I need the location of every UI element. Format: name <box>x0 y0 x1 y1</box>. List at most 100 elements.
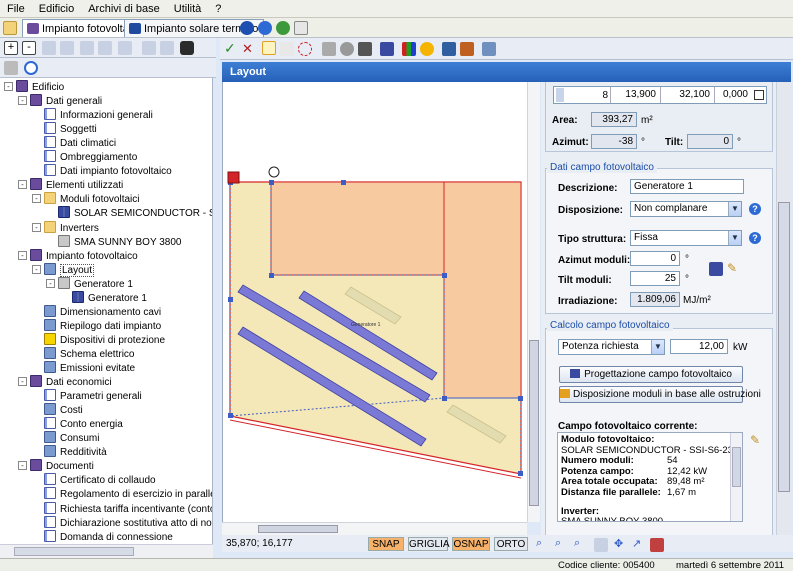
vertex-handle[interactable] <box>442 396 447 401</box>
menu-item[interactable]: File <box>0 0 32 15</box>
tree-item[interactable]: Informazioni generali <box>32 108 153 122</box>
disposizione-moduli-button[interactable]: Disposizione moduli in base alle ostruzi… <box>559 386 761 403</box>
eraser-icon[interactable] <box>322 42 336 56</box>
tree-item[interactable]: Consumi <box>32 431 99 445</box>
tree-item[interactable]: - Dati generali <box>18 94 102 108</box>
azimut-moduli-input[interactable]: 0 <box>630 251 680 266</box>
help-icon[interactable]: ? <box>749 232 761 244</box>
tree-item[interactable]: Regolamento di esercizio in parallelo co… <box>32 487 212 501</box>
tree-item[interactable]: Generatore 1 <box>60 290 147 305</box>
collapse-icon[interactable]: - <box>32 264 41 274</box>
tree-item[interactable]: - Inverters <box>32 220 99 235</box>
export-icon[interactable] <box>460 42 474 56</box>
tree-item[interactable]: Dispositivi di protezione <box>32 332 165 347</box>
collapse-icon[interactable]: - <box>46 278 55 288</box>
settings-icon[interactable] <box>340 42 354 56</box>
brush-icon[interactable] <box>650 538 664 552</box>
descrizione-input[interactable]: Generatore 1 <box>630 179 744 194</box>
tree-item[interactable]: - Documenti <box>18 459 94 473</box>
delete-icon[interactable] <box>60 41 74 55</box>
sun-icon[interactable] <box>420 42 434 56</box>
disposizione-select[interactable]: Non complanare ▼ <box>630 201 742 217</box>
pointer-icon[interactable] <box>262 41 276 55</box>
calcolo-mode-select[interactable]: Potenza richiesta ▼ <box>558 339 665 355</box>
tree-item[interactable]: SOLAR SEMICONDUCTOR - SSI-S6-2 <box>46 206 212 220</box>
potenza-input[interactable]: 12,00 <box>670 339 728 354</box>
tree-item[interactable]: Costi <box>32 403 83 417</box>
obstruction-zone[interactable] <box>270 181 445 276</box>
tree-horizontal-scrollbar[interactable] <box>0 544 213 558</box>
collapse-icon[interactable]: - <box>18 250 27 260</box>
move-down-icon[interactable] <box>160 41 174 55</box>
mail-icon[interactable] <box>294 21 308 35</box>
tree-item[interactable]: Dichiarazione sostitutiva atto di notori… <box>32 515 212 530</box>
cancel-icon[interactable]: ✕ <box>242 42 256 56</box>
pan-icon[interactable]: ✥ <box>614 538 628 552</box>
paste-icon[interactable] <box>98 41 112 55</box>
tree-item[interactable]: Domanda di connessione <box>32 529 173 544</box>
confirm-icon[interactable]: ✓ <box>224 41 238 56</box>
measure-icon[interactable]: ↗ <box>632 538 646 552</box>
page-icon[interactable] <box>280 42 294 56</box>
palette-icon[interactable] <box>402 42 416 56</box>
tree-item[interactable]: - Generatore 1 <box>46 276 133 291</box>
tree-item[interactable]: - Dati economici <box>18 375 112 389</box>
rotation-handle-icon[interactable] <box>268 166 280 178</box>
collapse-icon[interactable]: - <box>18 461 27 471</box>
menu-item[interactable]: ? <box>208 0 228 15</box>
project-tree[interactable]: - Edificio - Dati generali Informazioni gene… <box>0 78 213 544</box>
origin-marker-icon[interactable] <box>227 171 240 184</box>
save-icon[interactable] <box>442 42 456 56</box>
collapse-all-icon[interactable]: - <box>22 41 36 55</box>
lasso-icon[interactable] <box>298 42 312 56</box>
move-up-icon[interactable] <box>142 41 156 55</box>
layout-edit-icon[interactable] <box>380 42 394 56</box>
osnap-toggle[interactable]: OSNAP <box>452 537 490 551</box>
tree-item[interactable]: - Edificio <box>4 80 64 94</box>
collapse-icon[interactable]: - <box>18 96 27 106</box>
help-icon[interactable]: ? <box>749 203 761 215</box>
collapse-icon[interactable]: - <box>4 82 13 91</box>
vertex-handle[interactable] <box>269 273 274 278</box>
tilt-moduli-input[interactable]: 25 <box>630 271 680 286</box>
print-icon[interactable] <box>4 61 18 75</box>
zoom-extents-icon[interactable] <box>594 538 608 552</box>
tree-item[interactable]: - Moduli fotovoltaici <box>32 192 139 206</box>
tree-item[interactable]: Conto energia <box>32 417 123 431</box>
collapse-icon[interactable]: - <box>18 180 27 190</box>
scrollbar-thumb[interactable] <box>14 547 134 556</box>
tree-item[interactable]: Schema elettrico <box>32 346 134 361</box>
progettazione-campo-button[interactable]: Progettazione campo fotovoltaico <box>559 366 743 383</box>
vertex-handle[interactable] <box>269 180 274 185</box>
new-document-icon[interactable] <box>42 41 56 55</box>
layout-canvas[interactable]: Generatore 1 <box>222 82 527 522</box>
refresh-icon[interactable] <box>24 61 38 75</box>
scrollbar-thumb[interactable] <box>258 525 338 533</box>
vertex-handle[interactable] <box>518 396 523 401</box>
vertex-handle[interactable] <box>341 180 346 185</box>
infobox-scrollbar[interactable] <box>730 433 742 521</box>
tree-item[interactable]: - Impianto fotovoltaico <box>18 248 138 263</box>
snap-toggle[interactable]: SNAP <box>368 537 404 551</box>
tree-item[interactable]: Richiesta tariffa incentivante (conto en… <box>32 501 212 516</box>
brush-icon[interactable]: ✎ <box>750 434 764 448</box>
tree-item[interactable]: Dati climatici <box>32 136 116 150</box>
globe-icon[interactable] <box>276 21 290 35</box>
tree-item[interactable]: - Elementi utilizzati <box>18 178 123 192</box>
tree-item[interactable]: Emissioni evitate <box>32 361 135 375</box>
vertex-handle[interactable] <box>228 413 233 418</box>
orto-toggle[interactable]: ORTO <box>494 537 528 551</box>
collapse-icon[interactable]: - <box>18 377 27 387</box>
tree-item[interactable]: Dati impianto fotovoltaico <box>32 164 172 178</box>
tipo-struttura-select[interactable]: Fissa ▼ <box>630 230 742 246</box>
check-list-icon[interactable] <box>482 42 496 56</box>
trash-icon[interactable] <box>358 42 372 56</box>
vertex-handle[interactable] <box>228 297 233 302</box>
module-select-icon[interactable] <box>709 262 723 276</box>
tree-item[interactable]: SMA SUNNY BOY 3800 <box>46 234 181 249</box>
canvas-vertical-scrollbar[interactable] <box>527 82 540 522</box>
zoom-in-icon[interactable]: ⌕ <box>536 537 550 551</box>
copy-icon[interactable] <box>80 41 94 55</box>
menu-item[interactable]: Utilità <box>167 0 209 15</box>
traffic-light-icon[interactable] <box>180 41 194 55</box>
